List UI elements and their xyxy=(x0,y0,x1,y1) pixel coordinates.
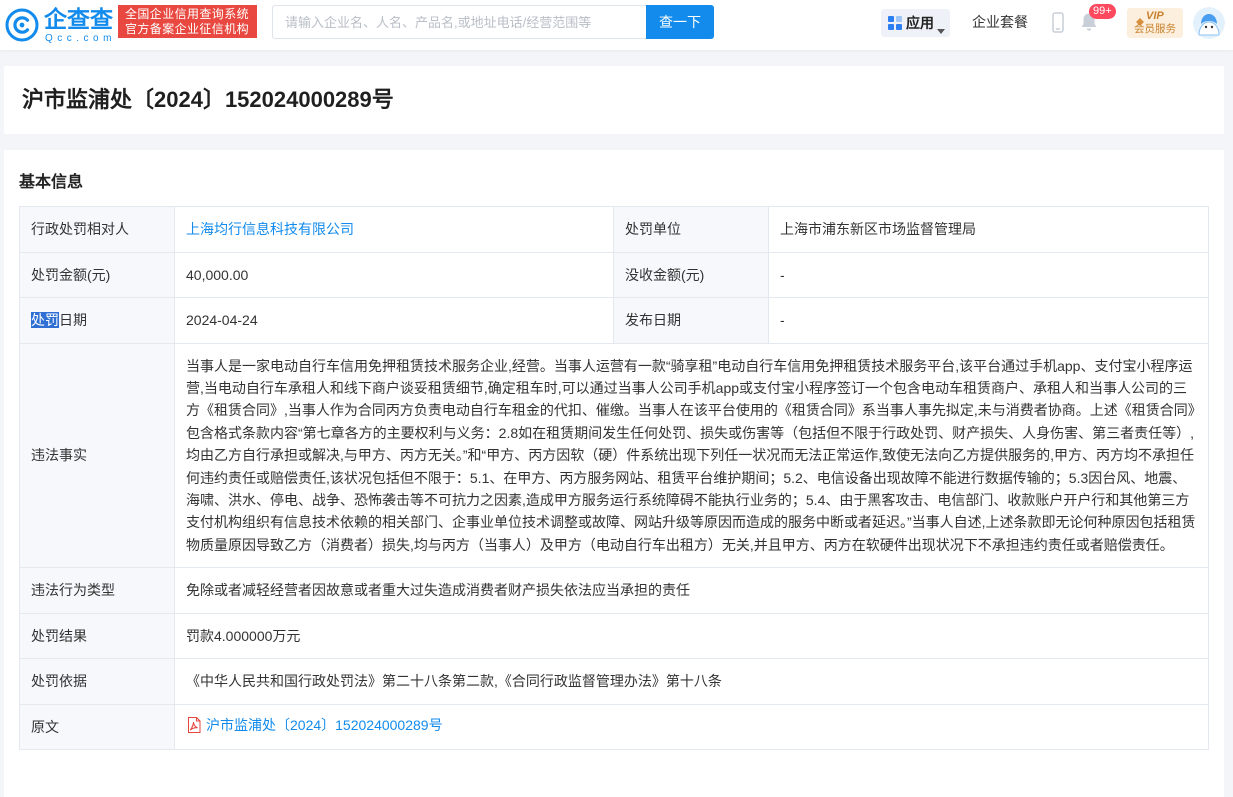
basic-info-table: 行政处罚相对人 上海均行信息科技有限公司 处罚单位 上海市浦东新区市场监督管理局… xyxy=(19,206,1209,751)
qcc-logo-icon xyxy=(5,8,39,42)
party-label: 行政处罚相对人 xyxy=(19,206,175,253)
vip-diamond-icon xyxy=(1136,13,1144,26)
pdf-icon xyxy=(187,717,201,734)
search-input[interactable] xyxy=(272,5,646,39)
original-document-title: 沪市监浦处〔2024〕152024000289号 xyxy=(206,717,443,734)
penalty-result-label: 处罚结果 xyxy=(19,612,175,660)
mobile-phone-icon[interactable] xyxy=(1052,12,1064,33)
original-document-link[interactable]: 沪市监浦处〔2024〕152024000289号 xyxy=(186,714,443,736)
table-row: 处罚依据 《中华人民共和国行政处罚法》第二十八条第二款,《合同行政监督管理办法》… xyxy=(19,658,1209,705)
vip-title: VIP xyxy=(1146,10,1164,22)
document-title-card: 沪市监浦处〔2024〕152024000289号 xyxy=(4,66,1224,134)
fine-amount-label: 处罚金额(元) xyxy=(19,251,175,298)
grid-icon xyxy=(888,16,902,30)
table-row: 处罚金额(元) 40,000.00 没收金额(元) - xyxy=(19,251,1209,298)
penalty-basis-value: 《中华人民共和国行政处罚法》第二十八条第二款,《合同行政监督管理办法》第十八条 xyxy=(174,658,1209,705)
official-certification-badge: 全国企业信用查询系统 官方备案企业征信机构 xyxy=(118,5,257,38)
penalty-date-label: 处罚日期 xyxy=(19,297,175,344)
vip-subtitle: 会员服务 xyxy=(1134,23,1176,35)
search-bar: 查一下 xyxy=(272,5,714,39)
top-navigation-bar: 企查查 Qcc.com 全国企业信用查询系统 官方备案企业征信机构 查一下 应用… xyxy=(0,0,1233,50)
violation-type-label: 违法行为类型 xyxy=(19,567,175,614)
selected-text: 处罚 xyxy=(31,312,59,329)
violation-facts-label: 违法事实 xyxy=(19,342,175,569)
penalty-result-value: 罚款4.000000万元 xyxy=(174,612,1209,660)
apps-menu-button[interactable]: 应用 xyxy=(881,9,950,37)
enterprise-package-link[interactable]: 企业套餐 xyxy=(972,12,1028,32)
table-row: 处罚日期 2024-04-24 发布日期 - xyxy=(19,297,1209,344)
original-document-label: 原文 xyxy=(19,703,175,751)
publish-date-value: - xyxy=(768,297,1209,344)
publish-date-label: 发布日期 xyxy=(613,297,769,344)
logo-domain: Qcc.com xyxy=(45,33,116,44)
confiscated-amount-label: 没收金额(元) xyxy=(613,251,769,298)
slogan-line-1: 全国企业信用查询系统 xyxy=(125,7,250,21)
user-avatar[interactable] xyxy=(1193,7,1225,39)
search-button[interactable]: 查一下 xyxy=(646,5,714,39)
page-title: 沪市监浦处〔2024〕152024000289号 xyxy=(22,87,394,112)
violation-facts-value: 当事人是一家电动自行车信用免押租赁技术服务企业,经营。当事人运营有一款“骑享租”… xyxy=(174,342,1209,569)
violation-type-value: 免除或者减轻经营者因故意或者重大过失造成消费者财产损失依法应当承担的责任 xyxy=(174,567,1209,614)
original-document-cell: 沪市监浦处〔2024〕152024000289号 xyxy=(174,703,1209,751)
table-row: 行政处罚相对人 上海均行信息科技有限公司 处罚单位 上海市浦东新区市场监督管理局 xyxy=(19,206,1209,253)
logo-name: 企查查 xyxy=(44,6,113,32)
slogan-line-2: 官方备案企业征信机构 xyxy=(125,21,250,36)
authority-label: 处罚单位 xyxy=(613,206,769,253)
authority-value: 上海市浦东新区市场监督管理局 xyxy=(768,206,1209,253)
home-logo-link[interactable]: 企查查 Qcc.com xyxy=(5,5,115,45)
notification-count-badge: 99+ xyxy=(1089,4,1116,19)
table-row: 处罚结果 罚款4.000000万元 xyxy=(19,612,1209,660)
penalty-date-value: 2024-04-24 xyxy=(174,297,614,344)
confiscated-amount-value: - xyxy=(768,251,1209,298)
party-company-link[interactable]: 上海均行信息科技有限公司 xyxy=(186,221,354,237)
table-row: 违法事实 当事人是一家电动自行车信用免押租赁技术服务企业,经营。当事人运营有一款… xyxy=(19,342,1209,569)
party-value-cell: 上海均行信息科技有限公司 xyxy=(174,206,614,253)
apps-menu-label: 应用 xyxy=(906,15,934,31)
table-row: 原文 沪市监浦处〔2024〕152024000289号 xyxy=(19,703,1209,751)
vip-membership-button[interactable]: VIP 会员服务 xyxy=(1127,8,1183,38)
basic-info-card: 基本信息 行政处罚相对人 上海均行信息科技有限公司 处罚单位 上海市浦东新区市场… xyxy=(4,150,1224,797)
table-row: 违法行为类型 免除或者减轻经营者因故意或者重大过失造成消费者财产损失依法应当承担… xyxy=(19,567,1209,614)
fine-amount-value: 40,000.00 xyxy=(174,251,614,298)
caret-down-icon xyxy=(937,21,945,34)
section-title: 基本信息 xyxy=(19,174,84,191)
label-text: 日期 xyxy=(59,312,87,329)
penalty-basis-label: 处罚依据 xyxy=(19,658,175,705)
